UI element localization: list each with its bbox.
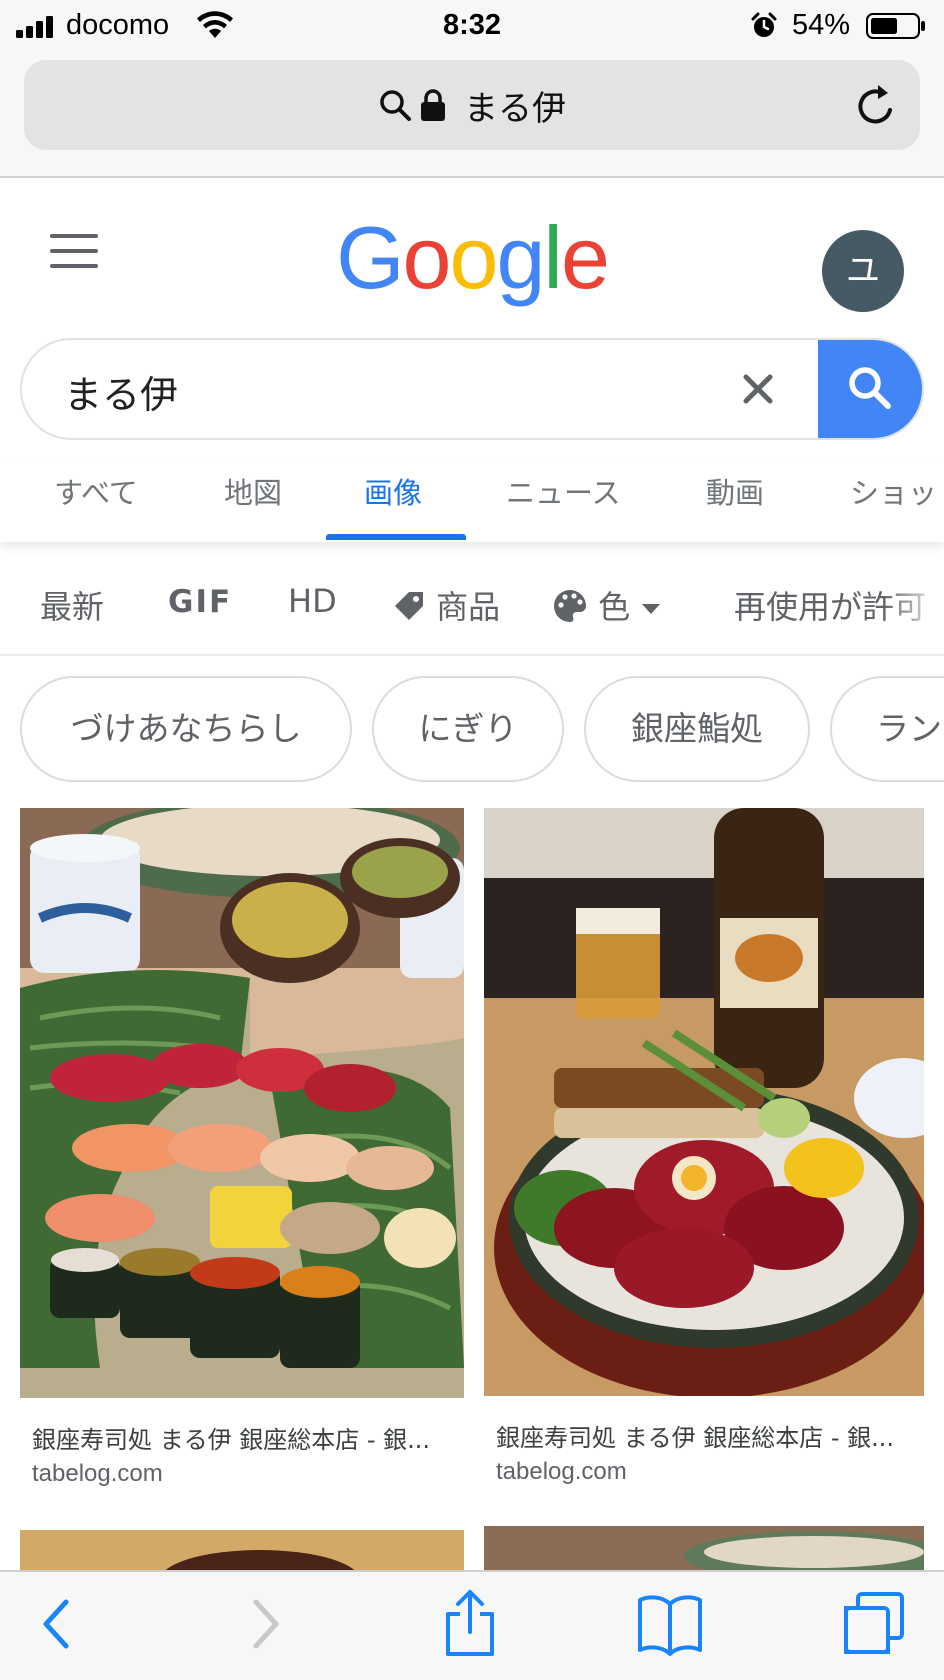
result-site[interactable]: tabelog.com (32, 1460, 163, 1488)
filter-gif[interactable]: GIF (168, 584, 232, 620)
address-content: まる伊 (24, 60, 920, 150)
tab-images[interactable]: 画像 (364, 470, 422, 512)
search-button[interactable] (818, 340, 922, 438)
google-logo-letter: g (496, 208, 545, 307)
dropdown-arrow-icon (642, 604, 661, 614)
image-filter-bar: 最新 GIF HD 商品 色 再使用が許可 (0, 556, 944, 656)
forward-icon[interactable] (250, 1594, 284, 1654)
clear-icon[interactable] (738, 369, 778, 409)
address-text: まる伊 (464, 88, 566, 129)
google-logo-letter: G (336, 208, 404, 307)
partial-thumbnail (20, 1530, 464, 1570)
result-site[interactable]: tabelog.com (496, 1458, 627, 1486)
image-result[interactable]: 銀座寿司処 まる伊 銀座総本店 - 銀... tabelog.com (484, 808, 924, 1498)
filter-products-label: 商品 (436, 588, 501, 626)
address-bar[interactable]: まる伊 (24, 60, 920, 150)
google-header: Google ユ (0, 178, 944, 328)
safari-google-image-search: docomo 8:32 54% まる伊 Google ユ まる伊 すべて 地図 … (0, 0, 944, 1680)
image-result[interactable] (20, 1530, 464, 1570)
sushi-platter-image (20, 808, 464, 1398)
search-input[interactable]: まる伊 (64, 364, 178, 419)
image-result[interactable]: 銀座寿司処 まる伊 銀座総本店 - 銀... tabelog.com (20, 808, 464, 1498)
back-icon[interactable] (38, 1594, 72, 1654)
tabs-icon[interactable] (840, 1590, 906, 1656)
related-search-chips: づけあなちらし にぎり 銀座鮨処 ラン (0, 676, 944, 786)
filter-products[interactable]: 商品 (392, 582, 500, 628)
google-logo-letter: o (402, 208, 452, 307)
tab-all[interactable]: すべて (54, 470, 138, 512)
lock-icon (421, 89, 445, 121)
search-icon (849, 367, 891, 409)
battery-icon (866, 13, 925, 39)
share-icon[interactable] (442, 1588, 498, 1658)
account-avatar[interactable]: ユ (822, 230, 904, 312)
chip-zuke-anago-chirashi[interactable]: づけあなちらし (20, 676, 352, 782)
filter-fade (884, 556, 944, 654)
google-logo[interactable]: Google (0, 208, 944, 308)
active-tab-indicator (326, 534, 466, 540)
search-tabs: すべて 地図 画像 ニュース 動画 ショッ (0, 460, 944, 542)
alarm-clock-icon (751, 12, 777, 37)
image-result[interactable] (484, 1526, 924, 1570)
filter-latest[interactable]: 最新 (40, 582, 104, 628)
chip-ginza-sushidokoro[interactable]: 銀座鮨処 (584, 676, 810, 782)
google-logo-letter: o (449, 208, 498, 307)
search-box[interactable]: まる伊 (20, 338, 924, 440)
partial-thumbnail (484, 1526, 924, 1570)
google-logo-letter: e (560, 208, 610, 307)
safari-toolbar (0, 1570, 944, 1680)
filter-hd[interactable]: HD (288, 582, 337, 620)
tab-news[interactable]: ニュース (506, 470, 621, 512)
tab-shopping[interactable]: ショッ (850, 470, 937, 512)
result-thumbnail[interactable] (484, 808, 924, 1396)
tag-icon (395, 592, 423, 620)
search-icon (380, 90, 411, 121)
tab-maps[interactable]: 地図 (224, 470, 282, 512)
result-title[interactable]: 銀座寿司処 まる伊 銀座総本店 - 銀... (496, 1418, 894, 1453)
chip-lunch[interactable]: ラン (830, 676, 944, 782)
chip-nigiri[interactable]: にぎり (372, 676, 564, 782)
bookmarks-icon[interactable] (636, 1592, 704, 1656)
reload-icon[interactable] (852, 80, 900, 130)
palette-icon (554, 590, 586, 622)
filter-color-label: 色 (598, 588, 631, 626)
status-bar: docomo 8:32 54% (0, 0, 944, 52)
battery-percentage: 54% (792, 9, 851, 41)
google-logo-letter: l (543, 208, 563, 307)
safari-navigation-bar: まる伊 (0, 52, 944, 178)
tuna-donburi-image (484, 808, 924, 1396)
filter-color[interactable]: 色 (552, 582, 662, 628)
tab-videos[interactable]: 動画 (706, 470, 764, 512)
result-title[interactable]: 銀座寿司処 まる伊 銀座総本店 - 銀... (32, 1420, 430, 1455)
result-thumbnail[interactable] (20, 808, 464, 1398)
